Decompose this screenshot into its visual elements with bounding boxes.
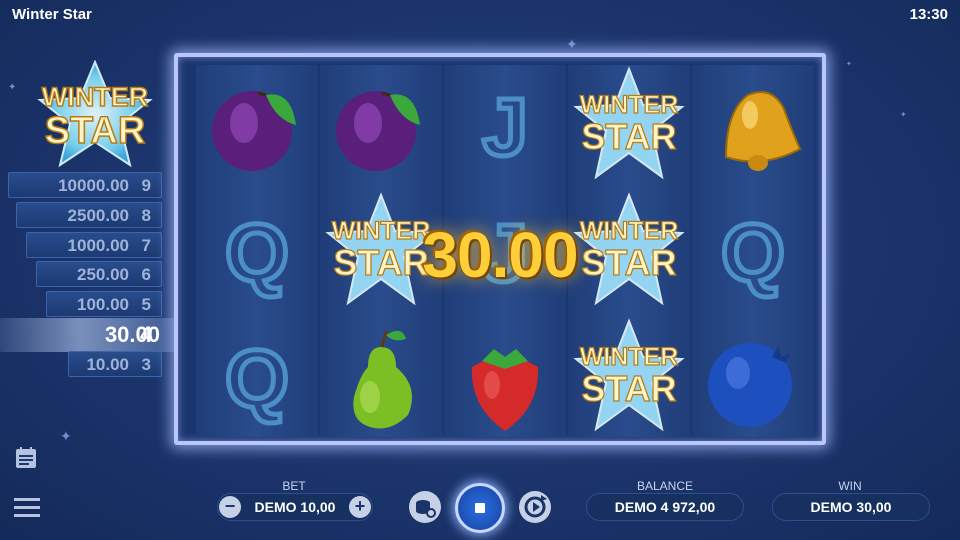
- symbol-blueberry: [692, 317, 814, 437]
- paytable-row: 2500.00 8: [16, 202, 162, 228]
- sparkle-decoration: ✦: [900, 110, 907, 119]
- balance-display: DEMO 4 972,00: [586, 493, 744, 521]
- stop-icon: [475, 503, 485, 513]
- svg-text:J: J: [482, 82, 528, 173]
- paytable-row: 250.00 6: [36, 261, 162, 287]
- balance-label: BALANCE: [636, 479, 694, 493]
- coin-settings-button[interactable]: [409, 491, 441, 523]
- svg-text:Q: Q: [225, 208, 289, 299]
- sparkle-decoration: ✦: [566, 36, 578, 52]
- svg-text:WINTER: WINTER: [580, 91, 679, 119]
- clock: 13:30: [909, 6, 948, 23]
- top-bar: Winter Star 13:30: [0, 0, 960, 28]
- symbol-q: Q: [196, 191, 318, 311]
- bet-decrease-button[interactable]: −: [219, 496, 241, 518]
- winter-star-logo: WINTER STAR: [30, 59, 160, 170]
- paytable-row: 1000.00 7: [26, 232, 162, 258]
- paytable-row-active: 30.00 4: [0, 318, 200, 352]
- svg-text:WINTER: WINTER: [580, 343, 679, 371]
- paytable-row: 10.00 3: [68, 351, 162, 377]
- symbol-pear: [320, 317, 442, 437]
- spin-stop-button[interactable]: [455, 483, 505, 533]
- win-display: DEMO 30,00: [772, 493, 930, 521]
- symbol-plum: [196, 65, 318, 185]
- symbol-q: Q: [196, 317, 318, 437]
- sparkle-decoration: ✦: [8, 82, 17, 93]
- game-title: Winter Star: [12, 6, 92, 23]
- symbol-winter-star: WINTER STAR: [568, 65, 690, 185]
- win-amount-overlay: 30.00: [422, 219, 578, 291]
- paytable-row: 10000.00 9: [8, 172, 162, 198]
- svg-text:Q: Q: [721, 208, 785, 299]
- symbol-winter-star: WINTER STAR: [568, 317, 690, 437]
- symbol-plum: [320, 65, 442, 185]
- menu-icon[interactable]: [14, 496, 40, 518]
- symbol-bell: [692, 65, 814, 185]
- logo-text-star: STAR: [45, 110, 146, 152]
- svg-text:STAR: STAR: [581, 368, 676, 409]
- logo-text-winter: WINTER: [42, 82, 148, 112]
- reel: Q Q: [196, 65, 318, 437]
- symbol-j: J: [444, 65, 566, 185]
- bet-increase-button[interactable]: +: [349, 496, 371, 518]
- svg-text:STAR: STAR: [581, 116, 676, 157]
- symbol-q: Q: [692, 191, 814, 311]
- win-label: WIN: [838, 479, 862, 493]
- svg-text:Q: Q: [225, 334, 289, 425]
- sparkle-decoration: ✦: [60, 428, 72, 444]
- symbol-strawberry: [444, 317, 566, 437]
- reel: Q: [692, 65, 814, 437]
- paytable-row: 100.00 5: [46, 291, 162, 317]
- history-icon[interactable]: [14, 446, 38, 470]
- bet-label: BET: [282, 479, 306, 493]
- autoplay-button[interactable]: [519, 491, 551, 523]
- sparkle-decoration: ✦: [846, 61, 852, 68]
